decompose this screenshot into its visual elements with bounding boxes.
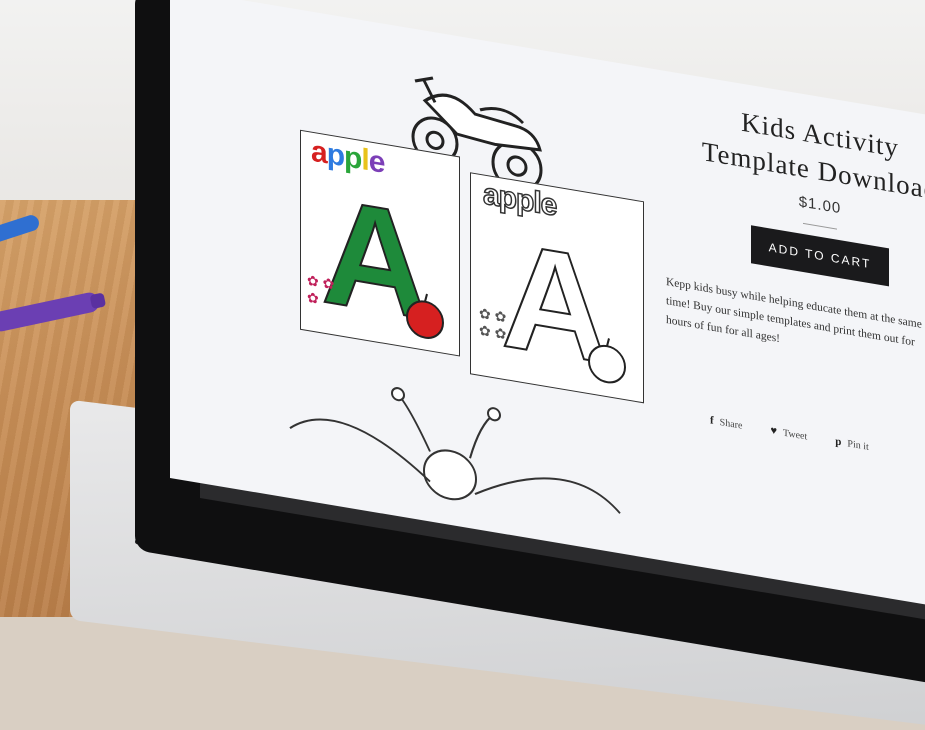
add-to-cart-button[interactable]: ADD TO CART (750, 225, 890, 287)
apple-outline-icon (588, 338, 626, 384)
share-pinterest-link[interactable]: p Pin it (835, 435, 869, 453)
flower-icon: ✿ ✿ ✿ (307, 271, 335, 307)
pinterest-icon: p (835, 435, 842, 449)
twitter-icon: ♥ (770, 424, 777, 438)
share-links: f Share ♥ Tweet p Pin it (710, 414, 925, 466)
divider (803, 222, 837, 230)
colored-apple-card: apple A ✿ ✿ ✿ (300, 129, 460, 357)
facebook-icon: f (710, 414, 714, 427)
apple-icon (406, 293, 444, 339)
share-twitter-link[interactable]: ♥ Tweet (770, 424, 807, 442)
share-label: Pin it (847, 438, 869, 453)
flower-outline-icon: ✿ ✿ ✿ ✿ (479, 304, 507, 343)
share-label: Tweet (782, 427, 808, 443)
share-facebook-link[interactable]: f Share (710, 414, 742, 431)
outline-apple-card: apple A ✿ ✿ ✿ ✿ (470, 172, 644, 404)
product-details: Kids Activity Template Download $1.00 AD… (666, 95, 925, 378)
product-description: Kepp kids busy while helping educate the… (666, 276, 922, 349)
share-label: Share (719, 416, 743, 432)
